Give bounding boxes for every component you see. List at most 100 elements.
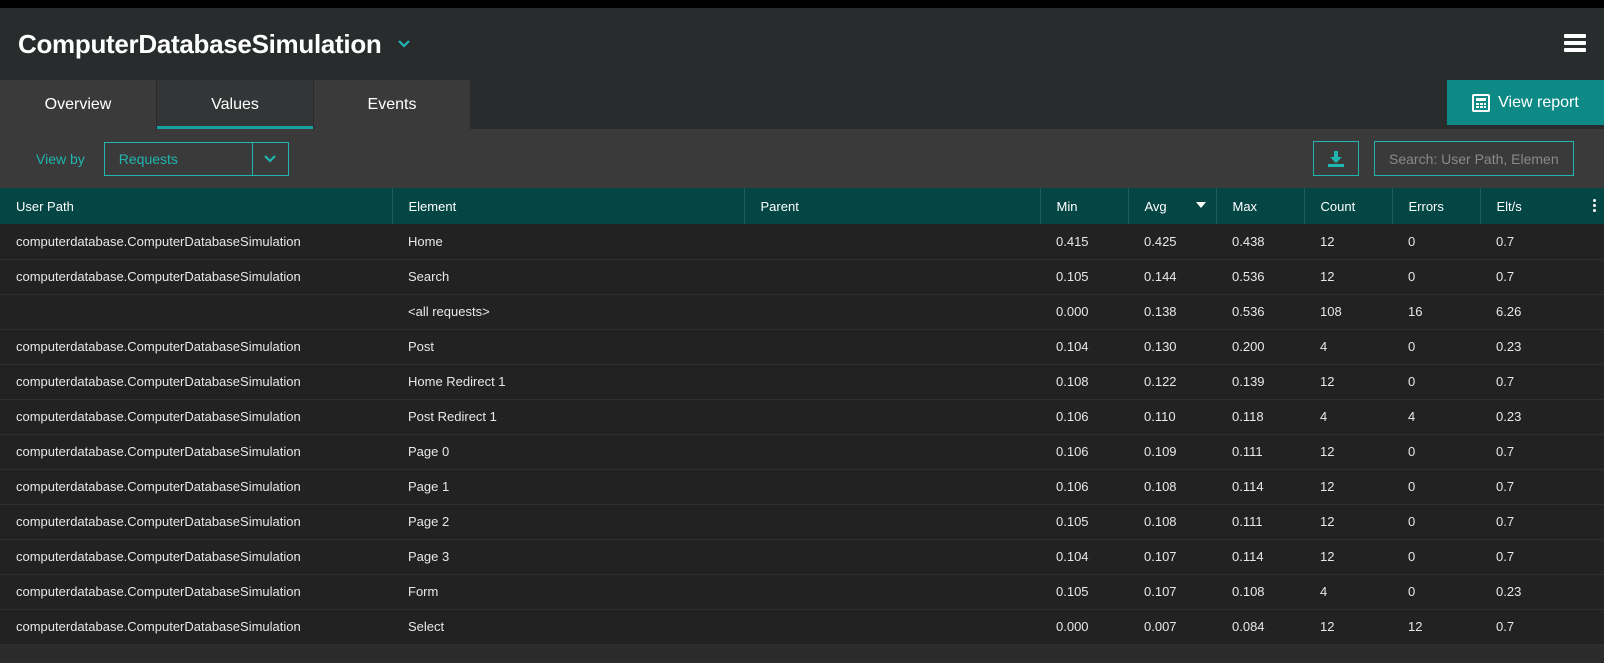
column-header-min[interactable]: Min bbox=[1040, 188, 1129, 224]
table-row[interactable]: computerdatabase.ComputerDatabaseSimulat… bbox=[0, 434, 1604, 469]
cell-user-path: computerdatabase.ComputerDatabaseSimulat… bbox=[16, 584, 301, 599]
table-body: computerdatabase.ComputerDatabaseSimulat… bbox=[0, 224, 1604, 644]
cell-count: 4 bbox=[1320, 409, 1328, 424]
sort-desc-icon bbox=[1195, 202, 1206, 208]
hamburger-menu-icon[interactable] bbox=[1564, 34, 1586, 52]
cell-avg: 0.144 bbox=[1144, 269, 1177, 284]
cell-avg: 0.138 bbox=[1144, 304, 1177, 319]
report-icon bbox=[1472, 93, 1491, 112]
table-row[interactable]: computerdatabase.ComputerDatabaseSimulat… bbox=[0, 224, 1604, 259]
cell-parent bbox=[744, 399, 1040, 434]
cell-max: 0.108 bbox=[1232, 584, 1265, 599]
column-options-icon[interactable] bbox=[1593, 199, 1596, 212]
cell-max: 0.139 bbox=[1232, 374, 1265, 389]
table-row[interactable]: computerdatabase.ComputerDatabaseSimulat… bbox=[0, 259, 1604, 294]
column-header-element[interactable]: Element bbox=[392, 188, 745, 224]
view-report-button[interactable]: View report bbox=[1447, 80, 1604, 125]
top-strip bbox=[0, 0, 1604, 8]
table-row[interactable]: computerdatabase.ComputerDatabaseSimulat… bbox=[0, 329, 1604, 364]
cell-user-path: computerdatabase.ComputerDatabaseSimulat… bbox=[16, 339, 301, 354]
cell-element: Form bbox=[408, 584, 439, 599]
cell-elts: 0.7 bbox=[1496, 233, 1515, 249]
cell-errors: 0 bbox=[1408, 514, 1416, 529]
cell-parent bbox=[744, 259, 1040, 294]
cell-avg: 0.107 bbox=[1144, 549, 1177, 564]
cell-min: 0.000 bbox=[1056, 619, 1089, 634]
cell-min: 0.105 bbox=[1056, 269, 1089, 284]
cell-elts: 0.7 bbox=[1496, 619, 1515, 634]
download-button[interactable] bbox=[1313, 141, 1359, 176]
cell-count: 4 bbox=[1320, 584, 1328, 599]
cell-count: 12 bbox=[1320, 619, 1335, 634]
page-title: ComputerDatabaseSimulation bbox=[18, 28, 382, 59]
values-table: User Path Element Parent Min Avg Max Cou… bbox=[0, 188, 1604, 645]
cell-max: 0.200 bbox=[1232, 339, 1265, 354]
table-row[interactable]: computerdatabase.ComputerDatabaseSimulat… bbox=[0, 574, 1604, 609]
table-row[interactable]: computerdatabase.ComputerDatabaseSimulat… bbox=[0, 364, 1604, 399]
cell-element: Page 3 bbox=[408, 549, 450, 564]
cell-user-path: computerdatabase.ComputerDatabaseSimulat… bbox=[16, 514, 301, 529]
table-row[interactable]: computerdatabase.ComputerDatabaseSimulat… bbox=[0, 539, 1604, 574]
cell-avg: 0.130 bbox=[1144, 339, 1177, 354]
table-row[interactable]: computerdatabase.ComputerDatabaseSimulat… bbox=[0, 399, 1604, 434]
cell-count: 12 bbox=[1320, 374, 1335, 389]
cell-errors: 0 bbox=[1408, 339, 1416, 354]
cell-user-path: computerdatabase.ComputerDatabaseSimulat… bbox=[16, 269, 301, 284]
cell-element: Page 0 bbox=[408, 444, 450, 459]
cell-parent bbox=[744, 329, 1040, 364]
cell-parent bbox=[744, 294, 1040, 329]
column-header-elts[interactable]: Elt/s bbox=[1480, 188, 1604, 224]
cell-user-path: computerdatabase.ComputerDatabaseSimulat… bbox=[16, 444, 301, 459]
cell-max: 0.438 bbox=[1232, 233, 1265, 249]
tab-values[interactable]: Values bbox=[157, 80, 314, 129]
column-header-avg[interactable]: Avg bbox=[1128, 188, 1217, 224]
cell-avg: 0.007 bbox=[1144, 619, 1177, 634]
column-header-max[interactable]: Max bbox=[1216, 188, 1305, 224]
table-row[interactable]: computerdatabase.ComputerDatabaseSimulat… bbox=[0, 609, 1604, 644]
search-input[interactable] bbox=[1374, 141, 1574, 176]
column-header-user-path[interactable]: User Path bbox=[0, 188, 393, 224]
cell-elts: 0.7 bbox=[1496, 549, 1515, 564]
cell-user-path bbox=[0, 294, 392, 329]
table-row[interactable]: computerdatabase.ComputerDatabaseSimulat… bbox=[0, 469, 1604, 504]
cell-count: 108 bbox=[1320, 304, 1342, 319]
chevron-down-icon[interactable] bbox=[251, 142, 288, 175]
cell-max: 0.536 bbox=[1232, 269, 1265, 284]
filter-toolbar: View by Requests bbox=[0, 129, 1604, 188]
cell-errors: 4 bbox=[1408, 409, 1416, 424]
column-header-errors[interactable]: Errors bbox=[1392, 188, 1481, 224]
cell-element: Post bbox=[408, 339, 435, 354]
cell-element: <all requests> bbox=[408, 304, 490, 319]
cell-count: 4 bbox=[1320, 339, 1328, 354]
cell-parent bbox=[744, 224, 1040, 259]
cell-avg: 0.107 bbox=[1144, 584, 1177, 599]
cell-element: Post Redirect 1 bbox=[408, 409, 497, 424]
table-row[interactable]: <all requests> 0.000 0.138 0.536 108 16 6.26 bbox=[0, 294, 1604, 329]
view-by-value: Requests bbox=[118, 150, 178, 167]
app-header: ComputerDatabaseSimulation bbox=[0, 8, 1604, 80]
view-by-label: View by bbox=[36, 150, 85, 167]
cell-errors: 0 bbox=[1408, 444, 1416, 459]
view-by-select[interactable]: Requests bbox=[103, 141, 289, 176]
view-report-label: View report bbox=[1498, 93, 1579, 111]
column-header-parent[interactable]: Parent bbox=[744, 188, 1041, 224]
column-header-count[interactable]: Count bbox=[1304, 188, 1393, 224]
table-row[interactable]: computerdatabase.ComputerDatabaseSimulat… bbox=[0, 504, 1604, 539]
chevron-down-icon[interactable] bbox=[397, 37, 412, 51]
cell-user-path: computerdatabase.ComputerDatabaseSimulat… bbox=[16, 479, 301, 494]
cell-errors: 16 bbox=[1408, 304, 1423, 319]
cell-max: 0.114 bbox=[1232, 479, 1264, 494]
cell-user-path: computerdatabase.ComputerDatabaseSimulat… bbox=[16, 374, 301, 389]
cell-max: 0.114 bbox=[1232, 549, 1264, 564]
cell-errors: 0 bbox=[1408, 584, 1416, 599]
table-header-row: User Path Element Parent Min Avg Max Cou… bbox=[0, 188, 1604, 224]
tab-events[interactable]: Events bbox=[314, 80, 471, 129]
cell-min: 0.106 bbox=[1056, 409, 1089, 424]
cell-errors: 0 bbox=[1408, 233, 1416, 249]
cell-element: Page 1 bbox=[408, 479, 450, 494]
tab-overview[interactable]: Overview bbox=[0, 80, 157, 129]
cell-element: Search bbox=[408, 269, 450, 284]
cell-avg: 0.122 bbox=[1144, 374, 1177, 389]
cell-errors: 12 bbox=[1408, 619, 1423, 634]
cell-errors: 0 bbox=[1408, 269, 1416, 284]
